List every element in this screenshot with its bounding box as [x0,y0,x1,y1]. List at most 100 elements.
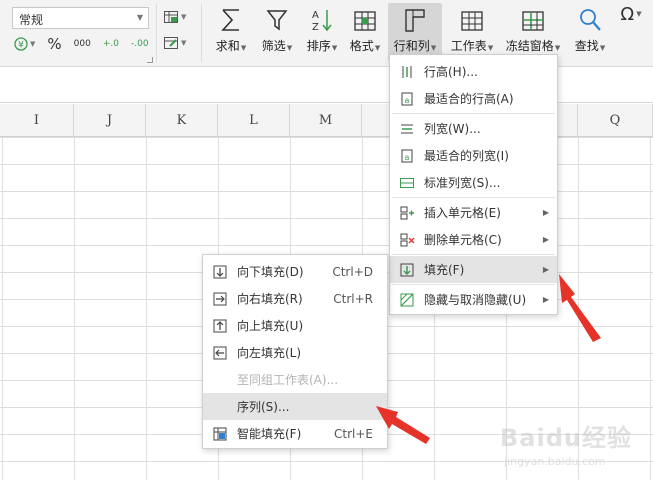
submenu-item-fill-right[interactable]: 向右填充(R) Ctrl+R [203,285,387,312]
find-label: 查找 [574,39,599,53]
shortcut-label: Ctrl+E [334,426,373,441]
menu-item-label: 最适合的列宽(I) [424,149,509,163]
delete-cells-icon [400,233,415,246]
format-button[interactable]: 格式▼ [345,3,385,61]
find-button[interactable]: 查找▼ [570,3,610,61]
svg-text:Z: Z [312,22,319,33]
column-header-L[interactable]: L [218,104,290,137]
rows-cols-menu: 行高(H)... a 最适合的行高(A) 列宽(W)... a 最适合的列宽(I… [389,54,558,315]
watermark-brand: Baidu经验 [500,424,632,452]
fill-submenu: 向下填充(D) Ctrl+D 向右填充(R) Ctrl+R 向上填充(U) 向左… [202,254,388,449]
submenu-item-label: 向右填充(R) [237,292,303,306]
menu-item-label: 标准列宽(S)... [424,176,501,190]
sort-label: 排序 [306,39,331,53]
table-format-icon [164,11,178,23]
freeze-panes-label: 冻结窗格 [505,39,554,53]
sum-button[interactable]: 求和▼ [211,3,251,61]
percent-button[interactable]: % [47,35,61,53]
column-header-I[interactable]: I [0,104,74,137]
cell-style-button[interactable]: ▼ [163,34,189,52]
decrease-decimal-button[interactable]: -.00 [131,35,149,53]
menu-item-column-width[interactable]: 列宽(W)... [390,115,557,142]
shortcut-label: Ctrl+D [332,264,373,279]
column-header-K[interactable]: K [146,104,218,137]
spreadsheet-app: 常规 ▼ ¥ ▼ % 000 +.0 -.00 ▼ ▼ 求和▼ 筛选▼ A Z … [0,0,653,480]
thousands-button[interactable]: 000 [74,35,91,53]
menu-item-hide-unhide[interactable]: 隐藏与取消隐藏(U) ▶ [390,286,557,313]
submenu-item-fill-left[interactable]: 向左填充(L) [203,339,387,366]
number-format-value: 常规 [19,13,44,27]
worksheet-icon [461,11,483,31]
fill-up-icon [213,319,227,332]
sum-label: 求和 [215,39,240,53]
svg-text:A: A [312,10,319,21]
menu-item-autofit-column[interactable]: a 最适合的列宽(I) [390,142,557,169]
menu-item-insert-cells[interactable]: 插入单元格(E) ▶ [390,199,557,226]
currency-symbol: ¥ [18,41,24,51]
submenu-item-label: 智能填充(F) [237,427,302,441]
menu-separator [392,197,555,198]
menu-item-fill[interactable]: 填充(F) ▶ [390,256,557,283]
freeze-panes-button[interactable]: 冻结窗格▼ [502,3,564,61]
submenu-item-across-worksheets: 至同组工作表(A)... [203,366,387,393]
smart-fill-icon [213,427,227,440]
fill-down-icon [213,265,227,278]
fill-type-button[interactable]: ▼ [163,8,189,26]
divider [156,4,157,62]
sort-button[interactable]: AZ 排序▼ [302,3,342,61]
annotation-arrow-fill [559,274,601,342]
hide-unhide-icon [400,293,414,306]
symbol-glyph: Ω [620,3,635,25]
symbol-button[interactable]: Ω ▼ [614,3,648,61]
menu-item-label: 行高(H)... [424,65,478,79]
increase-decimal-button[interactable]: +.0 [103,35,119,53]
submenu-item-label: 向左填充(L) [237,346,302,360]
rows-cols-label: 行和列 [393,39,430,53]
number-format-buttons: ¥ ▼ % 000 +.0 -.00 [14,34,149,54]
submenu-item-smart-fill[interactable]: 智能填充(F) Ctrl+E [203,420,387,447]
column-header-Q[interactable]: Q [578,104,653,137]
format-label: 格式 [349,39,374,53]
insert-cells-icon [400,206,414,219]
menu-item-label: 列宽(W)... [424,122,481,136]
submenu-item-label: 至同组工作表(A)... [237,373,339,387]
format-grid-icon [354,11,376,31]
menu-item-label: 填充(F) [424,263,465,277]
submenu-item-label: 序列(S)... [237,400,290,414]
menu-item-delete-cells[interactable]: 删除单元格(C) ▶ [390,226,557,253]
divider [201,4,202,62]
submenu-item-label: 向下填充(D) [237,265,304,279]
column-header-J[interactable]: J [74,104,146,137]
filter-label: 筛选 [261,39,286,53]
menu-item-row-height[interactable]: 行高(H)... [390,58,557,85]
worksheet-button[interactable]: 工作表▼ [447,3,497,61]
menu-item-label: 最适合的行高(A) [424,92,514,106]
number-format-select[interactable]: 常规 ▼ [12,7,149,29]
submenu-item-fill-down[interactable]: 向下填充(D) Ctrl+D [203,258,387,285]
decrease-decimal-label: -.00 [130,39,149,49]
column-width-icon [401,124,413,133]
rows-cols-button[interactable]: 行和列▼ [388,3,442,61]
chevron-right-icon: ▶ [542,295,549,304]
chevron-right-icon: ▶ [542,265,549,274]
submenu-item-label: 向上填充(U) [237,319,304,333]
row-height-icon [402,65,412,78]
watermark: Baidu经验 jingyan.baidu.com [500,418,632,468]
filter-button[interactable]: 筛选▼ [256,3,298,61]
sort-az-icon: AZ [312,10,332,33]
funnel-icon [266,10,288,31]
cell-style-icon [164,37,178,49]
omega-icon: Ω ▼ [620,3,642,25]
column-header-M[interactable]: M [290,104,362,137]
dialog-launcher-icon[interactable] [147,57,153,63]
menu-item-standard-width[interactable]: 标准列宽(S)... [390,169,557,196]
menu-item-label: 插入单元格(E) [424,206,501,220]
submenu-item-series[interactable]: 序列(S)... [203,393,387,420]
submenu-item-fill-up[interactable]: 向上填充(U) [203,312,387,339]
fill-right-icon [213,292,227,305]
menu-item-label: 删除单元格(C) [424,233,502,247]
autofit-column-icon: a [401,149,413,162]
worksheet-label: 工作表 [450,39,487,53]
currency-button[interactable]: ¥ ▼ [14,35,35,53]
menu-item-autofit-row[interactable]: a 最适合的行高(A) [390,85,557,112]
